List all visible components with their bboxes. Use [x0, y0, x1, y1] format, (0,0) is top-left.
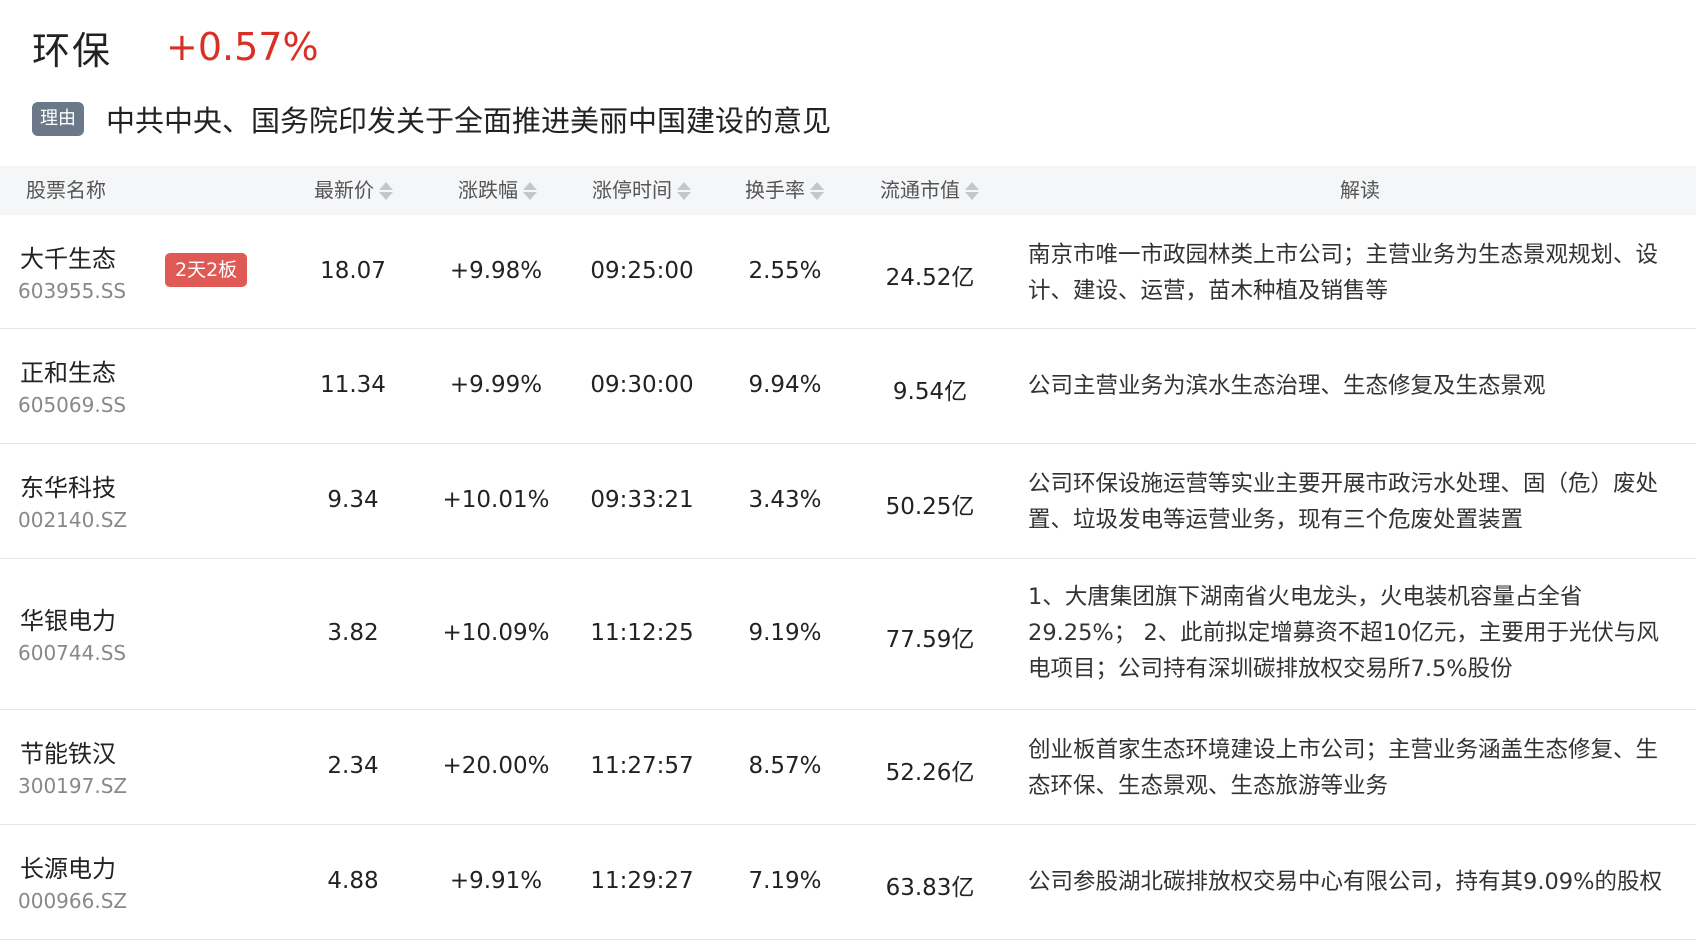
table-row[interactable]: 大千生态 603955.SS 2天2板 18.07 +9.98% 09:25:0… [0, 215, 1696, 329]
col-price-header[interactable]: 最新价 [314, 166, 393, 215]
sort-icon[interactable] [677, 181, 691, 200]
limit-time: 11:12:25 [590, 620, 694, 646]
market-cap: 63.83亿 [885, 875, 975, 901]
col-note-header: 解读 [1340, 178, 1380, 202]
table-row[interactable]: 正和生态 605069.SS 11.34 +9.99% 09:30:00 9.9… [0, 329, 1696, 444]
col-market-cap-header[interactable]: 流通市值 [880, 166, 979, 215]
limit-time: 11:27:57 [590, 753, 694, 779]
market-cap: 77.59亿 [885, 627, 975, 653]
price: 11.34 [320, 372, 386, 398]
limit-badge: 2天2板 [165, 253, 248, 287]
col-turnover-header[interactable]: 换手率 [745, 166, 824, 215]
note-text: 公司主营业务为滨水生态治理、生态修复及生态景观 [1028, 373, 1546, 399]
stock-name[interactable]: 节能铁汉 [20, 734, 116, 769]
stock-name[interactable]: 东华科技 [20, 468, 116, 503]
limit-time: 11:29:27 [590, 868, 694, 894]
sector-header: 环保 +0.57% [32, 22, 319, 73]
market-cap: 50.25亿 [885, 494, 975, 520]
stock-name[interactable]: 正和生态 [20, 353, 116, 388]
stock-name[interactable]: 长源电力 [20, 849, 116, 884]
limit-time: 09:25:00 [590, 258, 694, 284]
table-header: 股票名称 最新价 涨跌幅 涨停时间 换手率 流通市值 解读 [0, 166, 1696, 215]
turnover: 9.94% [748, 372, 822, 398]
note-text: 1、大唐集团旗下湖南省火电龙头，火电装机容量占全省29.25%； 2、此前拟定增… [1028, 584, 1659, 682]
price: 9.34 [327, 487, 379, 513]
change: +10.09% [442, 620, 550, 646]
market-cap: 9.54亿 [892, 379, 968, 405]
change: +10.01% [442, 487, 550, 513]
table-row[interactable]: 东华科技 002140.SZ 9.34 +10.01% 09:33:21 3.4… [0, 444, 1696, 559]
stock-code: 300197.SZ [18, 774, 128, 798]
price: 3.82 [327, 620, 379, 646]
note-text: 南京市唯一市政园林类上市公司；主营业务为生态景观规划、设计、建设、运营，苗木种植… [1028, 242, 1659, 304]
turnover: 8.57% [748, 753, 822, 779]
stock-name[interactable]: 大千生态 [20, 239, 116, 274]
change: +9.99% [449, 372, 543, 398]
reason-section: 理由 中共中央、国务院印发关于全面推进美丽中国建设的意见 [32, 98, 831, 140]
stock-code: 600744.SS [18, 641, 127, 665]
sort-icon[interactable] [523, 181, 537, 200]
note-text: 公司环保设施运营等实业主要开展市政污水处理、固（危）废处置、垃圾发电等运营业务，… [1028, 471, 1659, 533]
turnover: 7.19% [748, 868, 822, 894]
table-row[interactable]: 节能铁汉 300197.SZ 2.34 +20.00% 11:27:57 8.5… [0, 710, 1696, 825]
market-cap: 24.52亿 [885, 265, 975, 291]
stock-code: 002140.SZ [18, 508, 128, 532]
col-name-header: 股票名称 [26, 178, 106, 202]
reason-badge: 理由 [32, 102, 84, 136]
col-change-header[interactable]: 涨跌幅 [458, 166, 537, 215]
stock-code: 603955.SS [18, 279, 127, 303]
turnover: 3.43% [748, 487, 822, 513]
change: +9.91% [449, 868, 543, 894]
stock-name[interactable]: 华银电力 [20, 601, 116, 636]
stock-code: 000966.SZ [18, 889, 128, 913]
limit-time: 09:30:00 [590, 372, 694, 398]
sector-name: 环保 [32, 28, 113, 73]
change: +20.00% [442, 753, 550, 779]
limit-time: 09:33:21 [590, 487, 694, 513]
price: 2.34 [327, 753, 379, 779]
sort-icon[interactable] [810, 181, 824, 200]
turnover: 2.55% [748, 258, 822, 284]
change: +9.98% [449, 258, 543, 284]
sort-icon[interactable] [379, 181, 393, 200]
table-row[interactable]: 华银电力 600744.SS 3.82 +10.09% 11:12:25 9.1… [0, 559, 1696, 710]
price: 18.07 [320, 258, 386, 284]
sort-icon[interactable] [965, 181, 979, 200]
note-text: 公司参股湖北碳排放权交易中心有限公司，持有其9.09%的股权 [1028, 869, 1662, 895]
note-text: 创业板首家生态环境建设上市公司；主营业务涵盖生态修复、生态环保、生态景观、生态旅… [1028, 737, 1659, 799]
stock-code: 605069.SS [18, 393, 127, 417]
turnover: 9.19% [748, 620, 822, 646]
sector-change: +0.57% [166, 25, 319, 69]
col-limit-time-header[interactable]: 涨停时间 [592, 166, 691, 215]
table-row[interactable]: 长源电力 000966.SZ 4.88 +9.91% 11:29:27 7.19… [0, 825, 1696, 940]
price: 4.88 [327, 868, 379, 894]
reason-text: 中共中央、国务院印发关于全面推进美丽中国建设的意见 [106, 104, 832, 138]
market-cap: 52.26亿 [885, 760, 975, 786]
